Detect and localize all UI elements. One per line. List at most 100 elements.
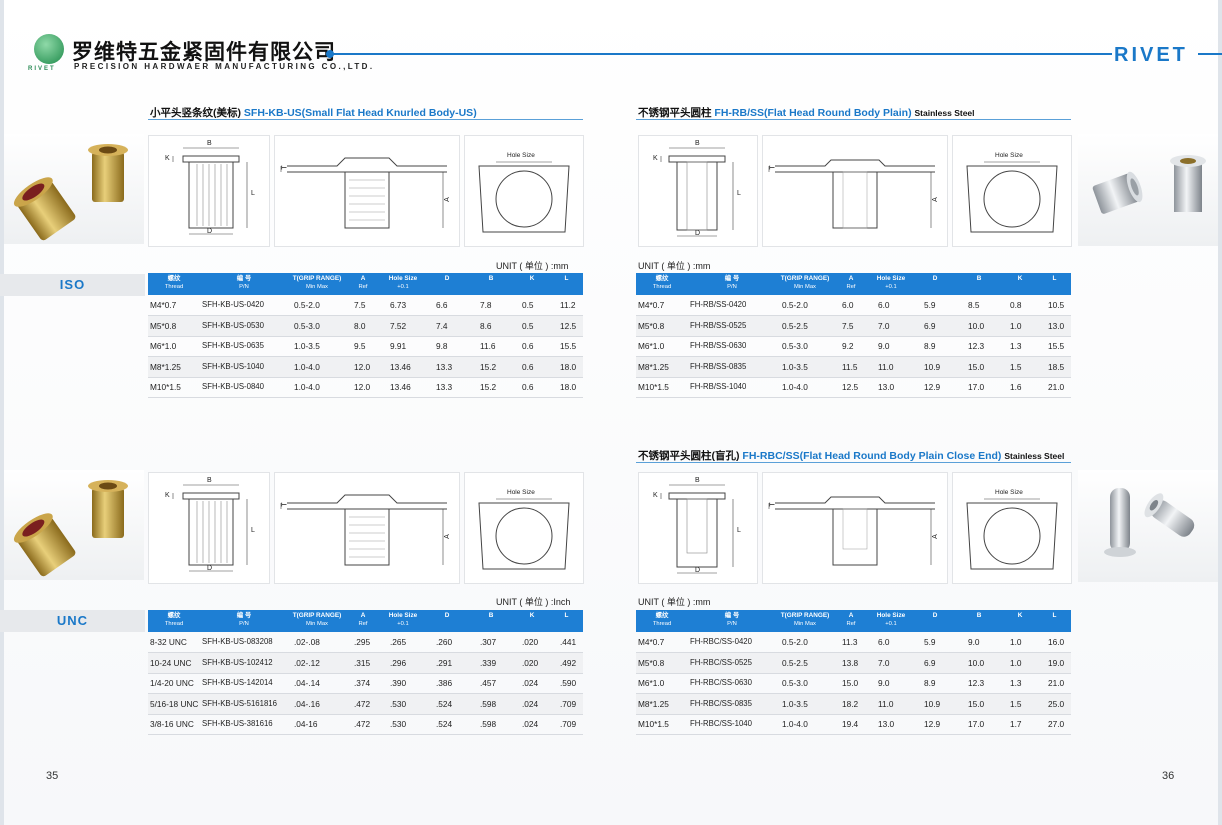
- table-cell: M6*1.0: [150, 341, 177, 351]
- column-header-label: A: [848, 612, 854, 619]
- table-cell: 6.73: [390, 300, 407, 310]
- product-photo-stainless-rivet-nut: [1078, 134, 1218, 246]
- unit-label: UNIT ( 单位 ) :mm: [638, 261, 711, 271]
- table-row: M4*0.7 FH-RBC/SS-0420 0.5-2.0 11.3 6.0 5.9 9.0…: [636, 632, 1071, 653]
- table-cell: 1.0-4.0: [294, 361, 320, 372]
- column-header: Hole Size +0.1: [380, 273, 426, 295]
- table-row: M5*0.8 FH-RBC/SS-0525 0.5-2.5 13.8 7.0 6.9 10.…: [636, 652, 1071, 674]
- column-header: Hole Size +0.1: [380, 610, 426, 632]
- column-header-label: T(GRIP RANGE): [780, 275, 830, 282]
- table-cell: 7.0: [878, 657, 890, 668]
- dim-label-k: K: [165, 492, 170, 499]
- table-cell: 15.0: [968, 698, 985, 709]
- table-cell: 1.0-3.5: [782, 698, 808, 709]
- column-header-sublabel: Thread: [652, 284, 672, 290]
- section-underline: [636, 462, 1071, 463]
- dim-label-l: L: [737, 527, 741, 534]
- section-title-sfh-kb-us: 小平头竖条纹(美标) SFH-KB-US(Small Flat Head Knu…: [150, 105, 477, 120]
- table-cell: M8*1.25: [150, 361, 181, 372]
- table-cell: .020: [522, 637, 539, 647]
- table-row: M10*1.5 FH-RB/SS-1040 1.0-4.0 12.5 13.0 12.9 1…: [636, 377, 1071, 398]
- dim-label-a: A: [443, 197, 451, 202]
- column-header-label: T(GRIP RANGE): [292, 612, 342, 619]
- section-title-cn: 小平头竖条纹(美标): [150, 107, 241, 119]
- table-cell: FH-RBC/SS-1040: [690, 719, 752, 728]
- stainless-rivet-nut-icon: [1092, 155, 1206, 214]
- dim-label-b: B: [207, 477, 212, 484]
- dim-label-d: D: [695, 230, 701, 237]
- table-cell: .374: [354, 678, 371, 688]
- table-cell: .524: [436, 698, 453, 709]
- table-cell: 18.0: [560, 382, 577, 392]
- column-header-label: T(GRIP RANGE): [292, 275, 342, 282]
- table-cell: M6*1.0: [638, 678, 665, 688]
- table-cell: SFH-KB-US-0840: [202, 382, 264, 391]
- table-cell: 10.0: [968, 657, 985, 668]
- table-cell: 27.0: [1048, 719, 1065, 729]
- dim-label-t: T: [281, 502, 289, 507]
- table-cell: .296: [390, 657, 407, 668]
- table-cell: 0.8: [1010, 300, 1022, 310]
- column-header-sublabel: +0.1: [885, 284, 897, 290]
- table-cell: 0.5-2.0: [782, 637, 808, 647]
- column-header-sublabel: P/N: [727, 621, 737, 627]
- brand-wordmark: RIVET: [1114, 44, 1188, 66]
- column-header: 螺纹 Thread: [636, 273, 688, 295]
- table-cell: .492: [560, 657, 577, 668]
- table-cell: 1.0: [1010, 320, 1022, 331]
- column-header-label: A: [360, 275, 366, 282]
- table-cell: 1.0-4.0: [782, 382, 808, 392]
- table-cell: 7.52: [390, 320, 407, 331]
- column-header-sublabel: Ref: [846, 621, 856, 627]
- dimension-drawing-installed: T A: [274, 135, 460, 247]
- table-cell: 1.0-4.0: [294, 382, 320, 392]
- table-cell: 1.0-4.0: [782, 719, 808, 729]
- column-header-label: D: [932, 275, 938, 282]
- table-cell: 18.0: [560, 361, 577, 372]
- table-cell: .530: [390, 698, 407, 709]
- table-cell: M4*0.7: [638, 637, 665, 647]
- dim-label-b: B: [695, 477, 700, 484]
- table-cell: FH-RBC/SS-0630: [690, 678, 752, 687]
- table-cell: SFH-KB-US-102412: [202, 657, 273, 667]
- column-header: 螺纹 Thread: [636, 610, 688, 632]
- rivet-installed-drawing: [768, 159, 935, 229]
- column-header: 编 号 P/N: [688, 610, 776, 632]
- table-cell: M4*0.7: [638, 300, 665, 310]
- table-cell: 11.5: [842, 361, 858, 372]
- column-header-label: 螺纹: [655, 612, 669, 619]
- table-cell: M5*0.8: [638, 320, 665, 331]
- table-cell: .260: [436, 637, 453, 647]
- table-cell: 0.5-3.0: [782, 678, 808, 688]
- column-header: L: [1038, 610, 1071, 632]
- dimension-drawing-side-view: B K L D: [148, 135, 270, 247]
- table-cell: M5*0.8: [150, 320, 177, 331]
- table-cell: 3/8-16 UNC: [150, 719, 194, 729]
- table-cell: 0.5: [522, 320, 534, 331]
- table-cell: M10*1.5: [638, 382, 669, 392]
- table-cell: 6.6: [436, 300, 448, 310]
- dimension-drawing-side-view: B K L D: [638, 135, 758, 247]
- table-cell: SFH-KB-US-142014: [202, 678, 273, 687]
- table-header: 螺纹 Thread 编 号 P/N T(GRIP RANGE) Min Max A Ref Ho…: [636, 610, 1071, 632]
- column-header: B: [956, 610, 1002, 632]
- table-cell: .709: [560, 698, 577, 709]
- table-cell: 0.5-3.0: [782, 341, 808, 351]
- table-cell: 12.3: [968, 678, 985, 688]
- column-header: A Ref: [346, 273, 380, 295]
- column-header-label: D: [932, 612, 938, 619]
- table-cell: 13.0: [878, 382, 895, 392]
- table-cell: 8.5: [968, 300, 980, 310]
- table-cell: .024: [522, 719, 539, 729]
- column-header-label: D: [444, 612, 450, 619]
- dim-label-d: D: [207, 228, 213, 235]
- column-header-label: Hole Size: [876, 612, 906, 619]
- table-cell: 11.6: [480, 341, 496, 351]
- table-cell: 15.5: [1048, 341, 1065, 351]
- column-header-label: L: [1052, 612, 1057, 619]
- column-header-sublabel: P/N: [239, 621, 249, 627]
- table-row: 8-32 UNC SFH-KB-US-083208 .02-.08 .295 .265.…: [148, 632, 583, 653]
- column-header-label: B: [488, 612, 494, 619]
- table-cell: FH-RBC/SS-0420: [690, 637, 752, 646]
- dimension-drawing-hole: Hole Size: [464, 135, 584, 247]
